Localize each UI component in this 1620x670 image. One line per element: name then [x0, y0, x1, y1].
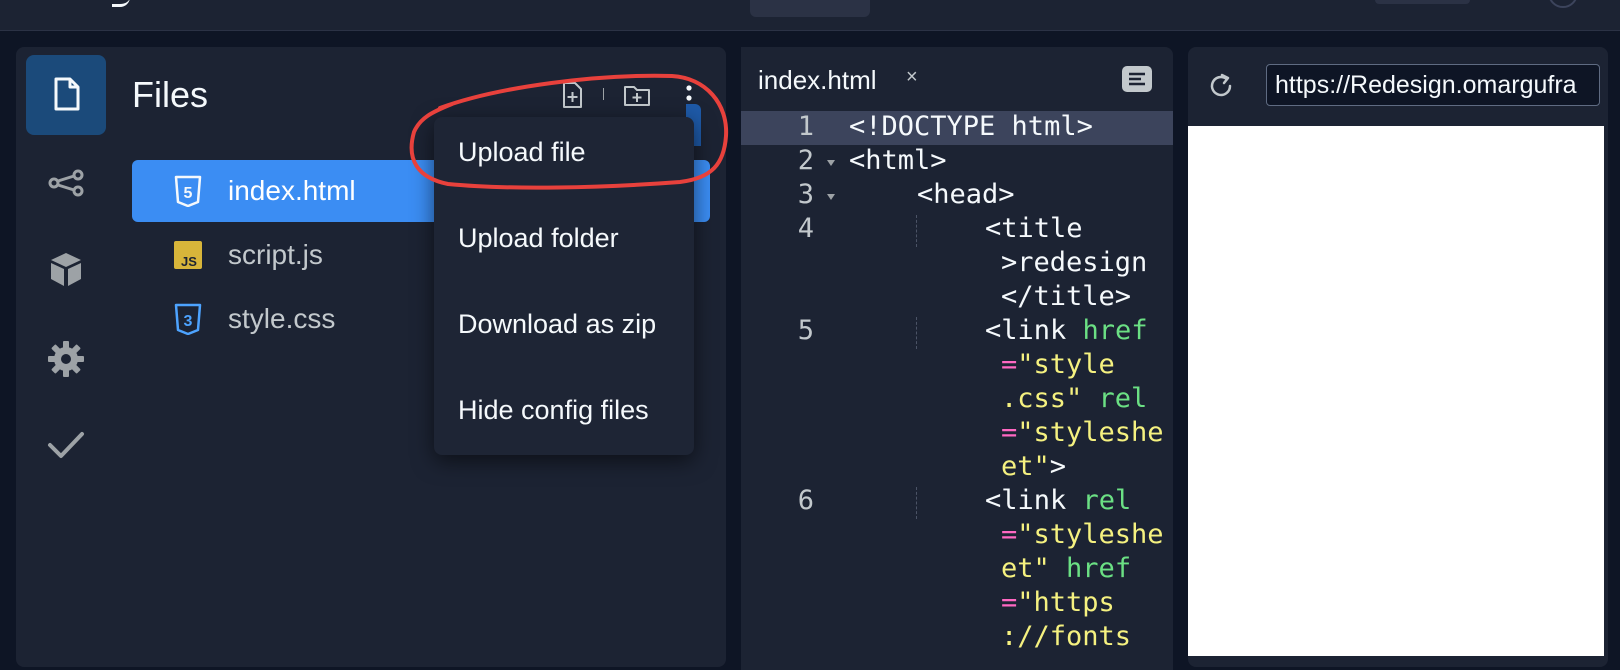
menu-item-download-zip[interactable]: Download as zip — [458, 309, 656, 340]
webview-content[interactable] — [1188, 126, 1604, 656]
fold-arrow-icon[interactable] — [825, 192, 837, 202]
line-number: 4 — [797, 213, 814, 244]
top-bar-button[interactable] — [1375, 0, 1470, 4]
code-token: = — [1001, 417, 1018, 448]
code-token: "styleshe — [1017, 417, 1164, 448]
code-line: .css" rel — [1001, 383, 1147, 414]
checkmark-icon[interactable] — [47, 426, 85, 464]
indent-guide — [916, 487, 917, 519]
code-token: "style — [1017, 349, 1115, 380]
line-number: 2 — [797, 145, 814, 176]
line-number: 6 — [797, 485, 814, 516]
code-token: rel — [1082, 485, 1132, 516]
javascript-icon: JS — [174, 241, 202, 269]
js-badge: JS — [181, 254, 197, 269]
code-token: rel — [1098, 383, 1148, 414]
code-token: ://fonts — [1001, 621, 1132, 652]
files-icon[interactable] — [47, 75, 85, 113]
file-label: style.css — [228, 303, 336, 334]
refresh-icon[interactable] — [1206, 71, 1236, 101]
code-token: = — [1001, 587, 1018, 618]
code-line: ="style — [1001, 349, 1115, 380]
code-line: >redesign — [1001, 247, 1148, 278]
code-line: </title> — [1001, 281, 1132, 312]
html-badge: 5 — [184, 185, 193, 202]
code-token: > — [1049, 451, 1067, 482]
line-number: 3 — [797, 179, 814, 210]
git-branch-icon[interactable] — [47, 164, 85, 202]
code-line: <title — [985, 213, 1083, 244]
html5-icon: 5 — [174, 175, 202, 207]
code-token: <link — [985, 485, 1083, 516]
code-token: = — [1001, 519, 1018, 550]
code-line: ="styleshe — [1001, 417, 1164, 448]
code-token: .css" — [1001, 383, 1083, 414]
new-folder-icon[interactable] — [622, 80, 652, 110]
files-title: Files — [132, 74, 209, 115]
code-line: <!DOCTYPE html> — [849, 111, 1093, 142]
code-token: href — [1066, 553, 1132, 584]
code-token: = — [1001, 349, 1018, 380]
code-line: ://fonts — [1001, 621, 1131, 652]
code-token: et" — [1001, 553, 1050, 584]
close-icon[interactable]: × — [906, 66, 918, 89]
file-label: script.js — [228, 239, 323, 270]
code-line: <link rel — [985, 485, 1131, 516]
settings-icon[interactable] — [47, 340, 85, 378]
outline-icon[interactable] — [1120, 64, 1154, 94]
code-line: et"> — [1001, 451, 1066, 482]
line-number: 5 — [797, 315, 814, 346]
fold-arrow-icon[interactable] — [825, 158, 837, 168]
packages-icon[interactable] — [47, 250, 85, 288]
code-token: <link — [985, 315, 1083, 346]
code-line: ="styleshe — [1001, 519, 1164, 550]
css3-icon: 3 — [174, 303, 202, 335]
menu-item-hide-config[interactable]: Hide config files — [458, 395, 649, 426]
menu-item-upload-file[interactable]: Upload file — [458, 137, 586, 168]
indent-guide — [916, 215, 917, 247]
css-badge: 3 — [184, 313, 193, 330]
files-dropdown-menu: Upload file Upload folder Download as zi… — [434, 117, 694, 455]
line-number: 1 — [797, 111, 814, 142]
new-file-icon[interactable] — [557, 80, 587, 110]
header-separator — [603, 88, 604, 100]
top-bar-tab[interactable] — [750, 0, 870, 17]
code-line: ="https — [1001, 587, 1115, 618]
code-line: <html> — [849, 145, 947, 176]
file-label: index.html — [228, 175, 356, 206]
code-line: et" href — [1001, 553, 1131, 584]
code-line: <head> — [917, 179, 1015, 210]
code-token: et" — [1001, 451, 1050, 482]
code-token: "styleshe — [1017, 519, 1164, 550]
editor-tab-label: index.html — [758, 65, 877, 95]
code-token: "https — [1017, 587, 1115, 618]
indent-guide — [916, 317, 917, 349]
code-line: <link href — [985, 315, 1148, 346]
code-token: href — [1082, 315, 1148, 346]
url-input[interactable] — [1266, 64, 1600, 106]
menu-item-upload-folder[interactable]: Upload folder — [458, 223, 619, 254]
